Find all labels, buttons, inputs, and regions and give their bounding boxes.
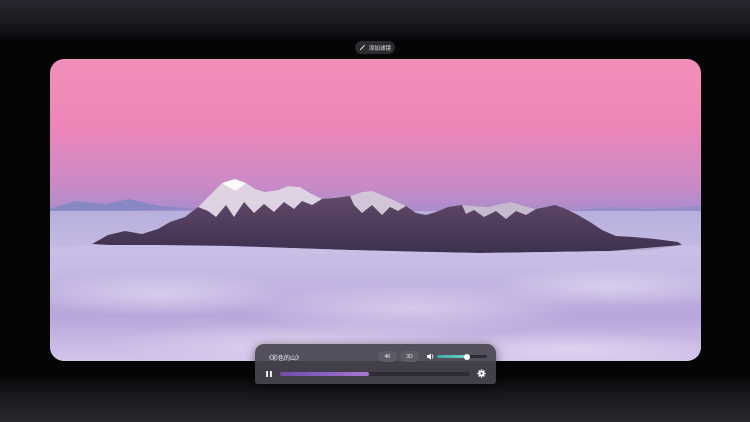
bottom-ambient-glow (0, 378, 750, 422)
playback-progress-bar[interactable] (280, 372, 470, 376)
volume-slider-handle[interactable] (464, 353, 470, 360)
speaker-icon[interactable] (426, 352, 435, 361)
volume-slider-fill (437, 355, 467, 358)
quality-3d-button[interactable]: 3D (400, 351, 419, 362)
magic-wand-icon (359, 44, 366, 51)
quality-4k-label: 4K (384, 353, 391, 360)
volume-slider[interactable] (437, 353, 487, 360)
quality-3d-label: 3D (406, 353, 413, 360)
gear-icon[interactable] (477, 369, 486, 378)
video-control-bar: 《彩色的山》 4K 3D (255, 344, 496, 384)
playback-progress-fill (280, 372, 370, 376)
quality-4k-button[interactable]: 4K (378, 351, 397, 362)
add-filter-label: 添加滤镜 (368, 45, 391, 52)
top-ambient-glow (0, 0, 750, 40)
video-frame-mountain (50, 59, 701, 361)
video-title: 《彩色的山》 (266, 356, 303, 362)
add-filter-button[interactable]: 添加滤镜 (355, 41, 395, 54)
video-screen[interactable] (50, 59, 701, 361)
pause-icon[interactable] (265, 370, 273, 378)
